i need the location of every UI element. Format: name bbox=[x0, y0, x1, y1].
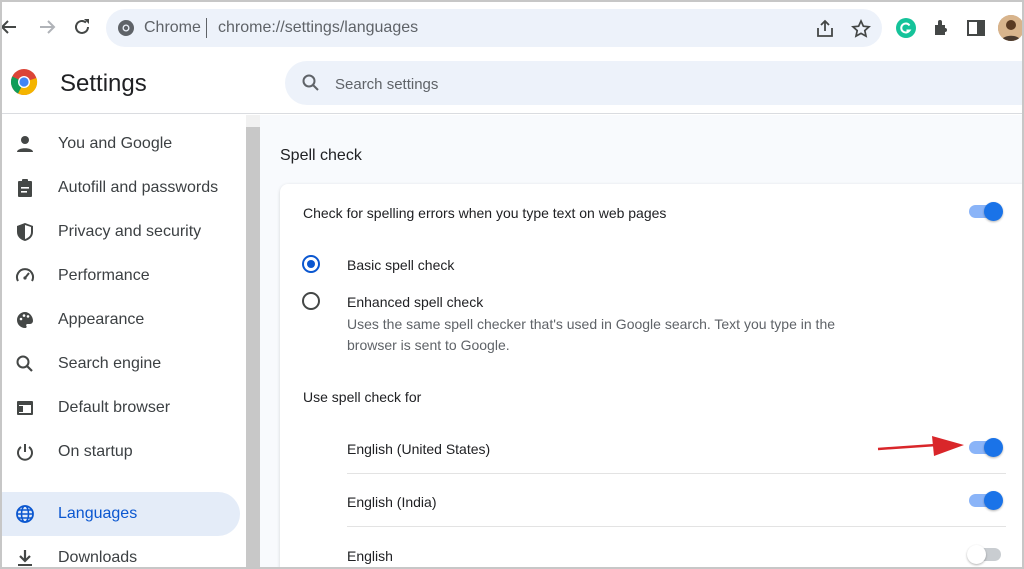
chrome-logo-icon bbox=[10, 68, 38, 96]
profile-avatar[interactable] bbox=[998, 15, 1022, 41]
settings-main: Spell check Check for spelling errors wh… bbox=[260, 115, 1022, 567]
spell-check-toggle-label: Check for spelling errors when you type … bbox=[303, 205, 667, 221]
forward-icon[interactable] bbox=[34, 14, 60, 40]
sidebar-item-languages[interactable]: Languages bbox=[2, 492, 240, 536]
toggle-knob bbox=[984, 491, 1003, 510]
search-input[interactable] bbox=[335, 73, 935, 95]
sidebar-item-on-startup[interactable]: On startup bbox=[2, 430, 240, 474]
chrome-site-icon bbox=[116, 18, 136, 38]
clipboard-icon bbox=[14, 177, 36, 199]
sidebar-item-search-engine[interactable]: Search engine bbox=[2, 342, 240, 386]
sidebar-item-you-and-google[interactable]: You and Google bbox=[2, 122, 240, 166]
sidebar-item-autofill[interactable]: Autofill and passwords bbox=[2, 166, 240, 210]
basic-spell-check-radio[interactable] bbox=[302, 255, 320, 273]
sidebar-scrollbar[interactable] bbox=[246, 115, 260, 567]
toggle-knob bbox=[984, 202, 1003, 221]
enhanced-spell-check-radio[interactable] bbox=[302, 292, 320, 310]
address-bar[interactable]: Chrome chrome://settings/languages bbox=[106, 9, 882, 47]
sidebar-item-label: Privacy and security bbox=[58, 223, 202, 240]
share-icon[interactable] bbox=[814, 18, 836, 40]
sidebar-item-label: Search engine bbox=[58, 355, 162, 372]
url-text[interactable]: chrome://settings/languages bbox=[218, 19, 418, 37]
enhanced-spell-check-label: Enhanced spell check bbox=[347, 294, 484, 310]
download-icon bbox=[14, 547, 36, 567]
sidebar-item-label: Downloads bbox=[58, 549, 138, 566]
toggle-knob bbox=[967, 545, 986, 564]
spell-check-toggle[interactable] bbox=[967, 201, 1003, 221]
browser-icon bbox=[14, 397, 36, 419]
site-chip: Chrome bbox=[144, 19, 201, 36]
omnibox-separator bbox=[206, 18, 207, 38]
enhanced-description-line1: Uses the same spell checker that's used … bbox=[347, 316, 836, 332]
language-toggle-en[interactable] bbox=[967, 544, 1003, 564]
power-icon bbox=[14, 441, 36, 463]
settings-sidebar: You and Google Autofill and passwords Pr… bbox=[2, 115, 246, 567]
reload-icon[interactable] bbox=[69, 14, 95, 40]
settings-search[interactable] bbox=[285, 61, 1022, 105]
spell-check-card: Check for spelling errors when you type … bbox=[280, 184, 1022, 567]
enhanced-description-line2: browser is sent to Google. bbox=[347, 337, 510, 353]
sidebar-item-appearance[interactable]: Appearance bbox=[2, 298, 240, 342]
language-label: English (United States) bbox=[347, 441, 491, 457]
page-title: Settings bbox=[60, 70, 147, 97]
row-divider bbox=[347, 526, 1006, 527]
browser-window: Chrome chrome://settings/languages Setti… bbox=[0, 0, 1024, 569]
sidebar-item-label: Performance bbox=[58, 267, 150, 284]
bookmark-star-icon[interactable] bbox=[850, 18, 872, 40]
person-icon bbox=[14, 133, 36, 155]
shield-icon bbox=[14, 221, 36, 243]
basic-spell-check-label: Basic spell check bbox=[347, 257, 455, 273]
language-toggle-en-us[interactable] bbox=[967, 437, 1003, 457]
language-label: English (India) bbox=[347, 494, 437, 510]
language-label: English bbox=[347, 548, 393, 564]
sidebar-item-label: On startup bbox=[58, 443, 133, 460]
language-toggle-en-in[interactable] bbox=[967, 490, 1003, 510]
sidebar-item-performance[interactable]: Performance bbox=[2, 254, 240, 298]
palette-icon bbox=[14, 309, 36, 331]
sidebar-item-label: Languages bbox=[58, 505, 138, 522]
side-panel-icon[interactable] bbox=[964, 16, 988, 40]
sidebar-item-label: Default browser bbox=[58, 399, 171, 416]
speedometer-icon bbox=[14, 265, 36, 287]
search-icon bbox=[301, 73, 321, 93]
annotation-arrow-icon bbox=[876, 434, 966, 460]
sidebar-item-default-browser[interactable]: Default browser bbox=[2, 386, 240, 430]
sidebar-item-label: Autofill and passwords bbox=[58, 179, 219, 196]
section-title: Spell check bbox=[280, 147, 362, 164]
scrollbar-thumb[interactable] bbox=[246, 127, 260, 567]
settings-header: Settings bbox=[2, 52, 1022, 114]
grammarly-icon[interactable] bbox=[894, 16, 918, 40]
sidebar-item-label: Appearance bbox=[58, 311, 145, 328]
row-divider bbox=[347, 473, 1006, 474]
back-icon[interactable] bbox=[2, 14, 22, 40]
toggle-knob bbox=[984, 438, 1003, 457]
extensions-icon[interactable] bbox=[930, 16, 954, 40]
globe-icon bbox=[14, 503, 36, 525]
sidebar-item-label: You and Google bbox=[58, 135, 173, 152]
sidebar-item-privacy[interactable]: Privacy and security bbox=[2, 210, 240, 254]
search-icon bbox=[14, 353, 36, 375]
use-spell-check-for-label: Use spell check for bbox=[303, 389, 422, 405]
browser-toolbar: Chrome chrome://settings/languages bbox=[2, 2, 1022, 52]
sidebar-item-downloads[interactable]: Downloads bbox=[2, 536, 240, 567]
